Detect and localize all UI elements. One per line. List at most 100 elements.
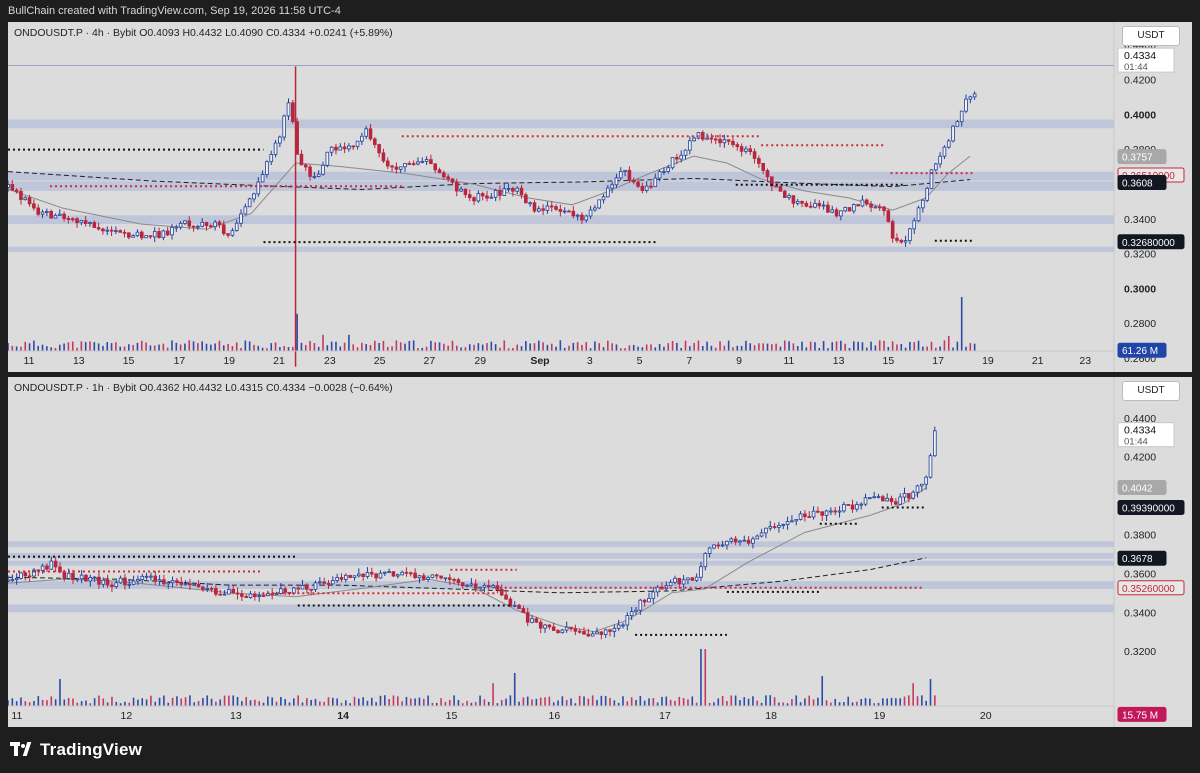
candle-body: [864, 199, 869, 205]
candle-body: [23, 197, 28, 201]
price-tag-label: 0.4042: [1122, 483, 1153, 494]
volume-bar: [378, 342, 380, 351]
volume-bar: [611, 343, 613, 351]
price-tag-label: 0.3678: [1122, 554, 1153, 565]
candle-body: [729, 538, 734, 542]
chart-panel-4h[interactable]: ONDOUSDT.P · 4h · Bybit O0.4093 H0.4432 …: [8, 22, 1192, 372]
chart-canvas-1h[interactable]: 0.44000.42000.38000.36000.34000.32000.43…: [8, 377, 1192, 727]
volume-bar: [176, 696, 178, 706]
volume-bar: [371, 697, 373, 706]
candle-body: [826, 204, 830, 213]
volume-bar: [468, 344, 471, 351]
volume-bar: [821, 676, 824, 706]
candle-body: [221, 224, 226, 235]
chart-canvas-4h[interactable]: 0.44000.42000.40000.38000.34000.32000.30…: [8, 22, 1192, 372]
volume-bar: [765, 695, 767, 706]
volume-bar: [33, 701, 35, 706]
volume-bar: [533, 343, 536, 351]
volume-bar: [913, 342, 916, 351]
candle-body: [460, 582, 465, 587]
volume-bar: [752, 696, 754, 706]
chart-panel-1h[interactable]: ONDOUSDT.P · 1h · Bybit O0.4362 H0.4432 …: [8, 377, 1192, 727]
volume-bar: [296, 313, 298, 351]
volume-bar: [202, 698, 204, 706]
volume-bar: [864, 698, 867, 706]
volume-bar: [391, 346, 393, 351]
candle-body: [235, 592, 240, 595]
candle-body: [209, 225, 213, 228]
volume-bar: [54, 699, 57, 706]
candle-body: [23, 572, 28, 577]
candle-body: [582, 631, 586, 635]
volume-bar: [542, 342, 544, 351]
candle-body: [79, 220, 84, 224]
candle-body: [149, 575, 153, 578]
volume-bar: [874, 345, 877, 351]
candle-body: [118, 230, 122, 233]
candle-body: [394, 166, 399, 170]
volume-bar: [188, 340, 191, 351]
volume-bar: [900, 344, 903, 351]
time-tick-label: 15: [123, 355, 135, 367]
candle-body: [239, 213, 243, 224]
volume-bar: [486, 343, 488, 351]
candle-body: [300, 585, 305, 590]
candle-body: [928, 455, 933, 478]
volume-bar: [201, 341, 203, 351]
candle-body: [165, 230, 170, 236]
volume-bar: [520, 346, 523, 351]
candle-body: [538, 621, 543, 629]
volume-bar: [154, 701, 157, 706]
tradingview-logo[interactable]: TradingView: [10, 740, 142, 760]
candle-body: [504, 594, 508, 600]
volume-bar: [921, 695, 923, 706]
candle-body: [712, 544, 716, 549]
candle-body: [681, 579, 686, 585]
volume-bar: [248, 341, 251, 351]
candle-body: [101, 228, 105, 232]
candle-body: [261, 595, 266, 597]
volume-bar: [613, 700, 616, 706]
time-tick-label: 21: [273, 355, 285, 367]
candle-body: [110, 584, 114, 588]
candle-body: [75, 218, 79, 224]
candle-body: [951, 125, 955, 142]
candle-body: [92, 576, 97, 579]
volume-bar: [809, 341, 812, 351]
volume-bar: [110, 343, 113, 351]
volume-bar: [438, 342, 441, 351]
candle-body: [478, 586, 482, 589]
candle-body: [338, 146, 343, 151]
volume-bar: [518, 701, 520, 706]
candle-body: [140, 575, 145, 580]
volume-bar: [93, 698, 96, 706]
candle-body: [677, 577, 682, 585]
currency-button[interactable]: USDT: [1122, 381, 1180, 401]
candle-body: [794, 519, 799, 522]
candle-body: [647, 597, 651, 603]
volume-bar: [63, 699, 66, 706]
candle-body: [486, 584, 491, 588]
volume-bar: [723, 345, 726, 351]
volume-bar: [965, 346, 967, 351]
candle-body: [564, 626, 569, 631]
volume-bar: [115, 342, 117, 351]
volume-bar: [870, 341, 872, 351]
candle-body: [136, 579, 140, 582]
time-tick-label: 19: [223, 355, 235, 367]
candle-body: [213, 221, 217, 228]
volume-bar: [313, 343, 316, 351]
currency-button[interactable]: USDT: [1122, 26, 1180, 46]
candle-body: [868, 497, 872, 500]
candle-body: [511, 187, 515, 192]
volume-bar: [960, 297, 963, 351]
volume-bar: [645, 344, 648, 351]
price-tick-label: 0.3800: [1124, 530, 1156, 542]
volume-bar: [287, 347, 290, 351]
volume-bar: [926, 346, 928, 351]
price-tag-label: 0.39390000: [1122, 503, 1175, 514]
candle-body: [498, 189, 502, 196]
candle-body: [370, 572, 374, 575]
candle-body: [465, 584, 469, 587]
candle-body: [318, 581, 322, 584]
